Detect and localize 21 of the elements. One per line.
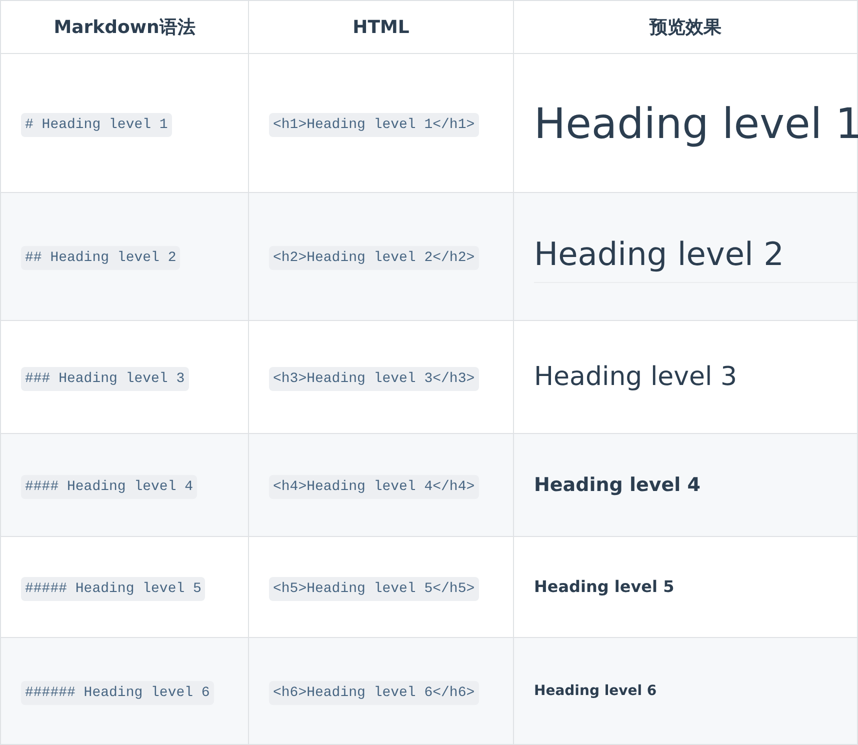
- heading-preview: Heading level 5: [534, 576, 676, 598]
- heading-preview: Heading level 1: [534, 98, 857, 150]
- markdown-code: #### Heading level 4: [21, 474, 198, 498]
- heading-preview: Heading level 2: [534, 230, 857, 283]
- column-header: Markdown语法: [0, 0, 248, 54]
- heading-preview: Heading level 6: [534, 682, 658, 700]
- markdown-code: ###### Heading level 6: [21, 680, 214, 704]
- html-code: <h1>Heading level 1</h1>: [269, 112, 479, 136]
- html-code: <h6>Heading level 6</h6>: [269, 680, 479, 704]
- html-code: <h4>Heading level 4</h4>: [269, 474, 479, 498]
- column-header: 预览效果: [514, 0, 858, 54]
- heading-preview: Heading level 4: [534, 472, 702, 498]
- markdown-code: ##### Heading level 5: [21, 576, 206, 600]
- html-code: <h5>Heading level 5</h5>: [269, 576, 479, 600]
- column-header: HTML: [248, 0, 514, 54]
- html-code: <h2>Heading level 2</h2>: [269, 246, 479, 270]
- markdown-code: # Heading level 1: [21, 112, 172, 136]
- html-code: <h3>Heading level 3</h3>: [269, 366, 479, 390]
- markdown-code: ### Heading level 3: [21, 366, 189, 390]
- heading-preview: Heading level 3: [534, 360, 738, 394]
- markdown-code: ## Heading level 2: [21, 246, 180, 270]
